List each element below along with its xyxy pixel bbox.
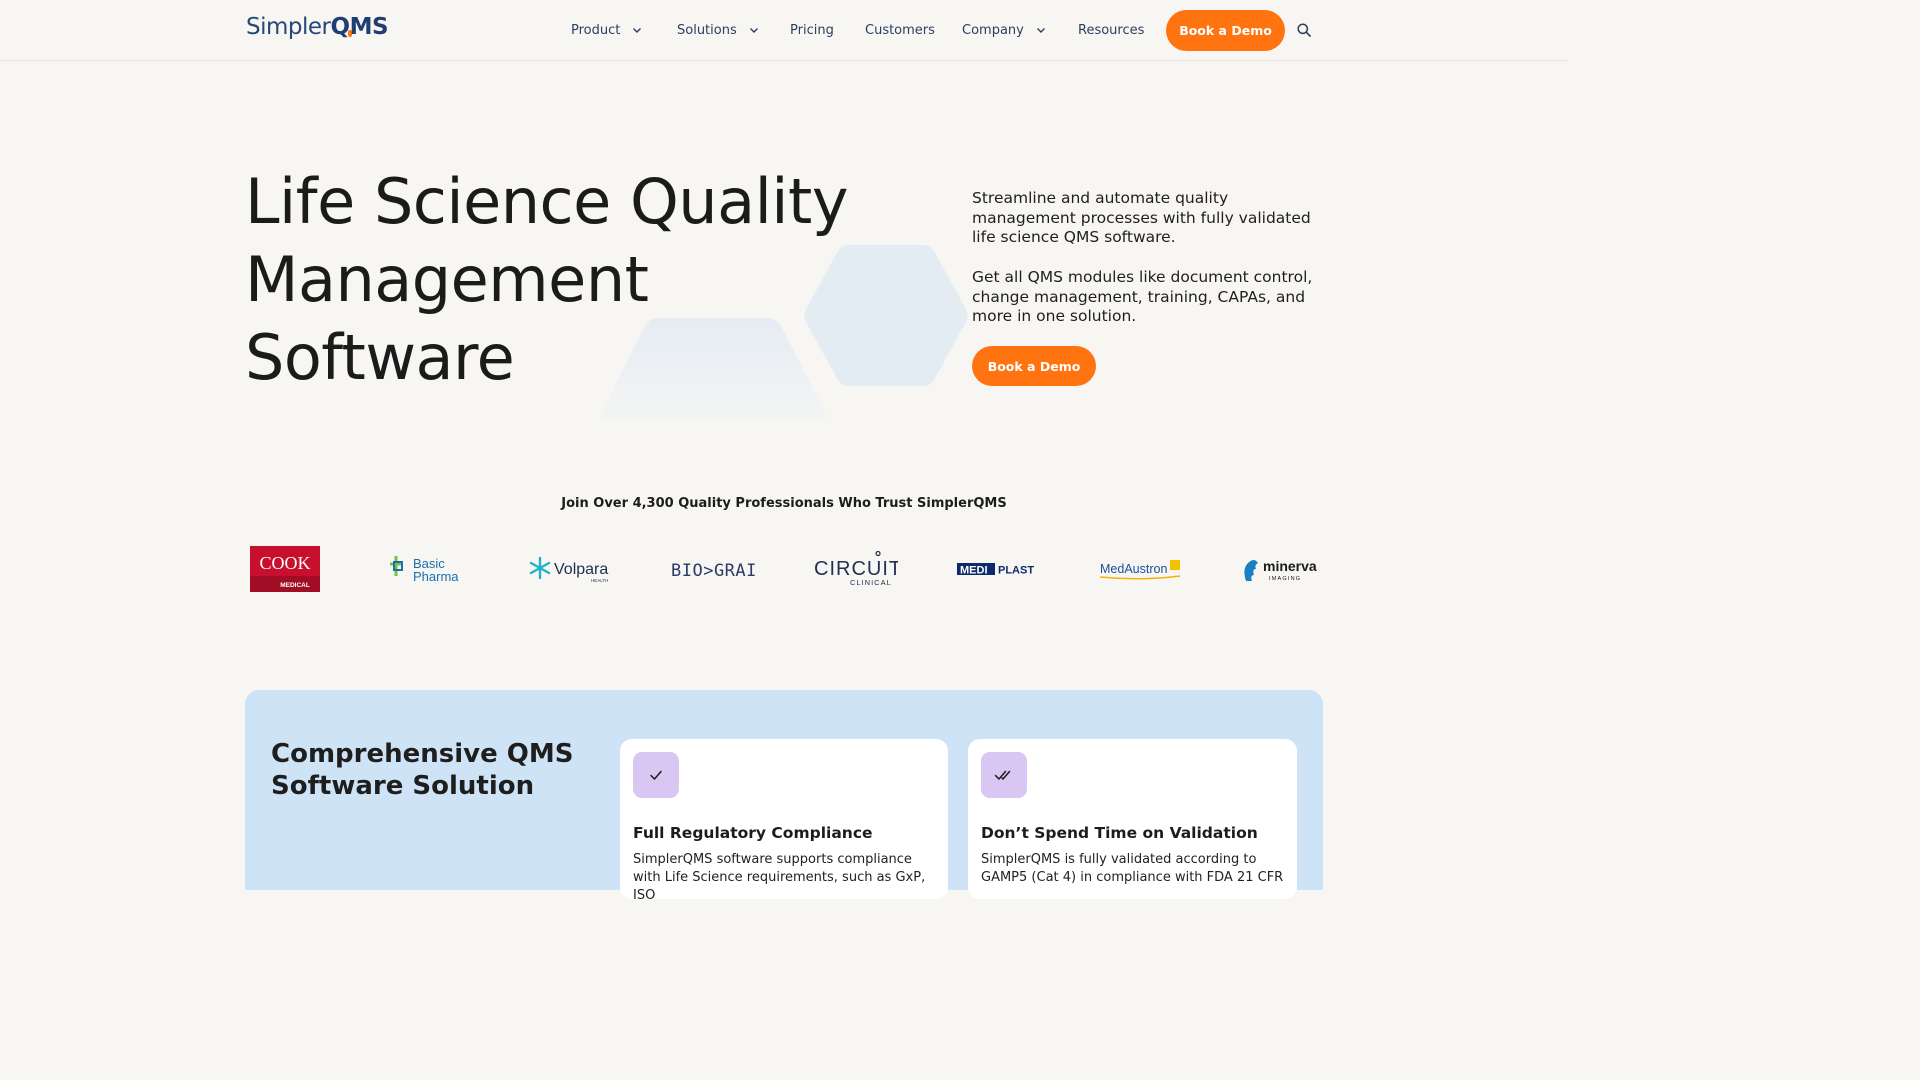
nav-product-label: Product <box>571 22 621 38</box>
mediplast-logo-mark: MEDI PLAST <box>957 563 1034 577</box>
logo-biograil: BIO>GRAIL <box>671 546 755 592</box>
features-section: Comprehensive QMS Software Solution Full… <box>245 690 1323 903</box>
svg-text:HEALTH: HEALTH <box>591 578 608 583</box>
basic-pharma-logo-mark: Basic Pharma <box>390 556 459 584</box>
site-header: SimplerQMS Product Solutions Pricing Cus… <box>0 0 1568 61</box>
hero-description-2: Get all QMS modules like document contro… <box>972 268 1313 325</box>
chevron-down-icon <box>749 28 758 33</box>
trust-heading: Join Over 4,300 Quality Professionals Wh… <box>561 496 1007 511</box>
chevron-down-icon <box>633 28 642 33</box>
nav-customers[interactable]: Customers <box>865 20 935 40</box>
card-description: SimplerQMS software supports compliance … <box>633 852 926 903</box>
hero-title-line-3: Software <box>245 321 515 394</box>
minerva-logo-mark: minerva IMAGING <box>1244 558 1317 582</box>
double-check-icon <box>994 770 1011 780</box>
logo-text-qms: QMS <box>330 14 389 40</box>
search-icon[interactable] <box>1297 23 1311 37</box>
card-title: Don’t Spend Time on Validation <box>981 824 1258 842</box>
logo-basic-pharma: Basic Pharma <box>388 546 470 592</box>
logo-text-ms: MS <box>349 14 389 40</box>
hero-title-line-2: Management <box>245 243 649 316</box>
nav-pricing[interactable]: Pricing <box>790 20 834 40</box>
circuit-clinical-logo-mark: CIRCUIT CLINICAL <box>814 551 898 587</box>
nav-solutions[interactable]: Solutions <box>677 20 759 40</box>
nav-pricing-label: Pricing <box>790 22 834 38</box>
svg-text:MEDI: MEDI <box>960 565 988 577</box>
nav-resources-label: Resources <box>1078 22 1145 38</box>
nav-company[interactable]: Company <box>962 20 1046 40</box>
svg-text:BIO>GRAIL: BIO>GRAIL <box>671 561 755 581</box>
nav-customers-label: Customers <box>865 22 935 38</box>
svg-text:COOK: COOK <box>259 553 310 573</box>
card-title: Full Regulatory Compliance <box>633 824 873 842</box>
feature-card-validation: Don’t Spend Time on Validation SimplerQM… <box>968 739 1297 899</box>
nav-solutions-label: Solutions <box>677 22 737 38</box>
book-demo-hero-button[interactable]: Book a Demo <box>972 346 1096 386</box>
card-icon-container <box>981 752 1027 798</box>
card-description: SimplerQMS is fully validated according … <box>981 852 1284 885</box>
svg-text:Pharma: Pharma <box>413 569 459 584</box>
check-icon <box>650 770 662 780</box>
hero-title-line-1: Life Science Quality <box>245 165 849 238</box>
feature-card-compliance: Full Regulatory Compliance SimplerQMS so… <box>620 739 948 903</box>
logo-circuit-clinical: CIRCUIT CLINICAL <box>814 546 898 592</box>
svg-text:minerva: minerva <box>1263 558 1317 574</box>
card-icon-container <box>633 752 679 798</box>
svg-text:IMAGING: IMAGING <box>1269 576 1301 582</box>
svg-text:MedAustron: MedAustron <box>1100 562 1167 576</box>
chevron-down-icon <box>1036 28 1045 33</box>
svg-text:Volpara: Volpara <box>554 561 608 578</box>
svg-text:MEDICAL: MEDICAL <box>280 582 310 589</box>
logo-volpara: Volpara HEALTH <box>529 546 613 592</box>
biograil-logo-mark: BIO>GRAIL <box>671 561 755 581</box>
features-title: Comprehensive QMS Software Solution <box>271 739 574 801</box>
logo-minerva-imaging: minerva IMAGING <box>1242 546 1324 592</box>
cook-medical-logo-mark: COOK MEDICAL <box>250 546 320 592</box>
nav-product[interactable]: Product <box>571 20 642 40</box>
nav-company-label: Company <box>962 22 1024 38</box>
logo-medaustron: MedAustron <box>1100 546 1184 592</box>
simplerqms-logo[interactable]: SimplerQMS <box>246 14 389 40</box>
medaustron-logo-mark: MedAustron <box>1100 560 1181 580</box>
svg-text:CLINICAL: CLINICAL <box>850 578 892 587</box>
hero-description-1: Streamline and automate quality manageme… <box>972 189 1311 246</box>
logo-text-simpler: Simpler <box>246 14 331 40</box>
hero-title: Life Science Quality Management Software <box>245 163 885 397</box>
svg-text:CIRCUIT: CIRCUIT <box>814 558 898 580</box>
svg-text:PLAST: PLAST <box>998 565 1034 577</box>
volpara-logo-mark: Volpara HEALTH <box>529 556 608 583</box>
book-demo-header-button[interactable]: Book a Demo <box>1166 10 1285 51</box>
logo-cook-medical: COOK MEDICAL <box>250 546 320 592</box>
nav-resources[interactable]: Resources <box>1078 20 1144 40</box>
logo-mediplast: MEDI PLAST <box>957 546 1041 592</box>
